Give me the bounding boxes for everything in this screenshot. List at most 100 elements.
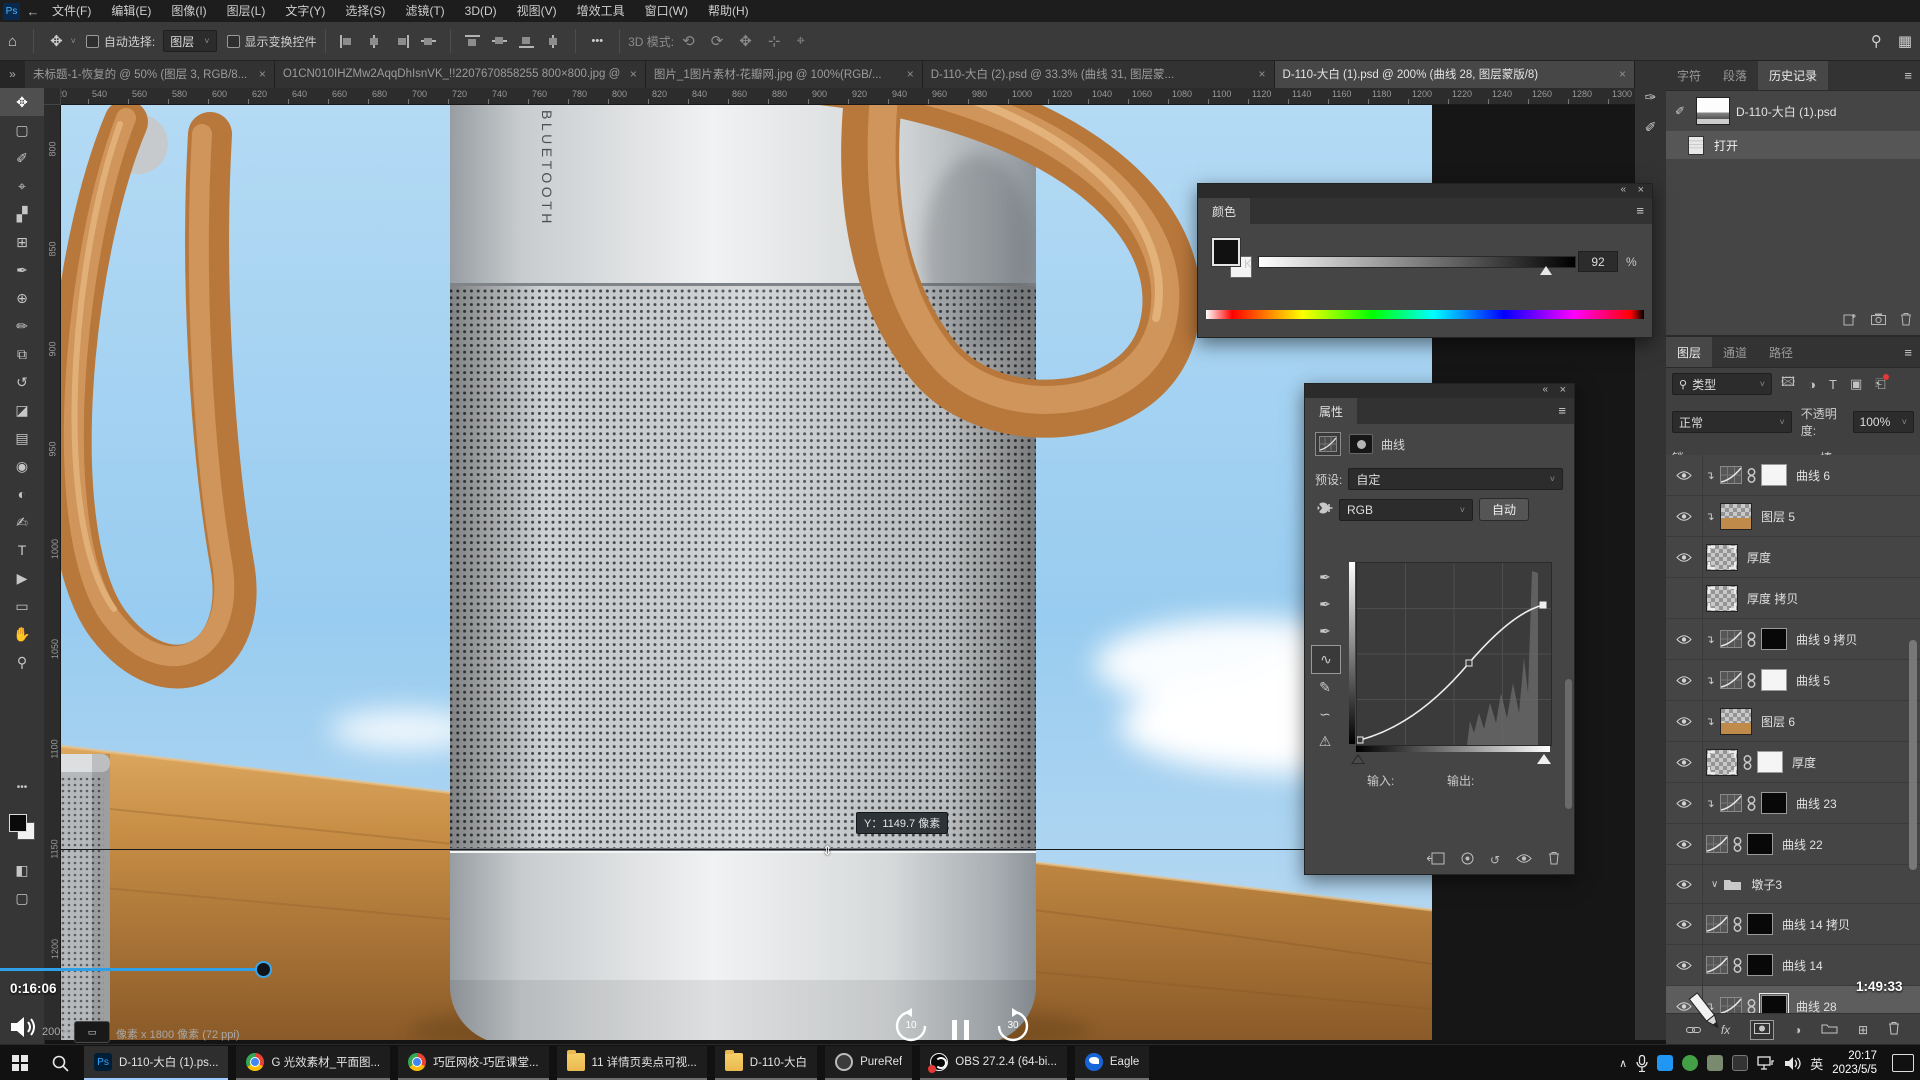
document-tab[interactable]: D-110-大白 (1).psd @ 200% (曲线 28, 图层蒙版/8)× (1275, 60, 1635, 88)
taskbar-app-button[interactable]: PureRef (825, 1046, 912, 1080)
clip-to-layer-icon[interactable] (1427, 852, 1445, 868)
layer-name[interactable]: 曲线 28 (1796, 998, 1837, 1015)
distribute-h-icon[interactable] (421, 35, 436, 48)
horizontal-ruler[interactable]: 5205405605806006206406606807007207407607… (44, 88, 1635, 105)
view-previous-state-icon[interactable] (1461, 852, 1474, 868)
collapse-panel-icon[interactable]: « (1542, 384, 1548, 395)
layer-name[interactable]: 图层 5 (1761, 508, 1795, 525)
layer-visibility-toggle[interactable] (1666, 660, 1703, 700)
layer-thumbnail[interactable] (1720, 503, 1752, 530)
black-input-slider[interactable] (1351, 754, 1365, 764)
layer-visibility-toggle[interactable] (1666, 904, 1703, 944)
layer-row[interactable]: ↴ 曲线 23 (1666, 783, 1920, 824)
video-progress-thumb[interactable] (255, 961, 272, 978)
brush-settings-icon[interactable]: ✑ (1635, 82, 1666, 112)
layer-name[interactable]: 曲线 5 (1796, 672, 1830, 689)
layer-visibility-toggle[interactable] (1666, 783, 1703, 823)
layer-row[interactable]: ↴ 图层 6 (1666, 701, 1920, 742)
show-transform-checkbox[interactable] (227, 35, 240, 48)
layer-mask-thumbnail[interactable] (1747, 833, 1773, 855)
layer-row[interactable]: 厚度 (1666, 742, 1920, 783)
brush-tool[interactable]: ✏ (0, 312, 44, 340)
history-brush-source-icon[interactable]: ✐ (1670, 104, 1690, 118)
pen-tool[interactable]: ✍ (0, 508, 44, 536)
color-spectrum-ramp[interactable] (1206, 310, 1644, 319)
blur-tool[interactable]: ◉ (0, 452, 44, 480)
taskbar-app-button[interactable]: 11 详情页卖点可视... (557, 1046, 707, 1080)
align-bottom-icon[interactable] (519, 35, 534, 48)
menu-item[interactable]: 帮助(H) (698, 0, 759, 22)
brushes-icon[interactable]: ✐ (1635, 112, 1666, 142)
new-adjustment-layer-icon[interactable]: ◑ (1794, 1023, 1801, 1037)
k-value-field[interactable]: 92 (1578, 251, 1618, 272)
shape-tool[interactable]: ▭ (0, 592, 44, 620)
align-left-icon[interactable] (340, 35, 355, 48)
layer-row[interactable]: ↴ 曲线 6 (1666, 455, 1920, 496)
layer-row[interactable]: ↴ 曲线 9 拷贝 (1666, 619, 1920, 660)
forward-30-button[interactable]: 30 (995, 1008, 1031, 1044)
layer-row[interactable]: 曲线 14 拷贝 (1666, 904, 1920, 945)
layer-thumbnail[interactable] (1706, 749, 1738, 776)
filter-smart-objects-icon[interactable]: ⎗ (1875, 376, 1885, 392)
dragged-guide-line[interactable] (60, 849, 1432, 850)
zoom-level-field[interactable]: 200% (42, 1026, 70, 1038)
auto-select-checkbox[interactable] (86, 35, 99, 48)
color-swatches[interactable] (9, 814, 35, 840)
tray-app-icon-olive[interactable] (1707, 1055, 1723, 1071)
input-method-indicator[interactable]: 英 (1810, 1054, 1823, 1073)
panel-scrollbar[interactable] (1565, 679, 1572, 809)
type-tool[interactable]: T (0, 536, 44, 564)
filter-image-layers-icon[interactable]: 🖾 (1781, 373, 1795, 395)
toggle-visibility-icon[interactable] (1516, 853, 1532, 867)
k-slider-track[interactable] (1258, 256, 1576, 268)
path-selection-tool[interactable]: ▶ (0, 564, 44, 592)
3d-mode-icon[interactable]: ⌖ (788, 32, 812, 50)
quick-mask-icon[interactable]: ◧ (0, 856, 44, 884)
layer-mask-thumbnail[interactable] (1761, 628, 1787, 650)
layer-name[interactable]: 图层 6 (1761, 713, 1795, 730)
menu-item[interactable]: 图层(L) (217, 0, 276, 22)
menu-item[interactable]: 图像(I) (161, 0, 216, 22)
layer-visibility-toggle[interactable] (1666, 865, 1703, 903)
taskbar-app-button[interactable]: OBS 27.2.4 (64-bi... (920, 1046, 1067, 1080)
document-tab[interactable]: D-110-大白 (2).psd @ 33.3% (曲线 31, 图层蒙...× (923, 60, 1275, 88)
layer-thumbnail[interactable] (1720, 708, 1752, 735)
panel-menu-icon[interactable]: ≡ (1558, 403, 1566, 418)
notification-center-icon[interactable] (1892, 1054, 1914, 1072)
layer-mask-thumbnail[interactable] (1761, 669, 1787, 691)
close-tab-icon[interactable]: × (630, 67, 637, 81)
filter-type-layers-icon[interactable]: T (1829, 377, 1837, 392)
layer-mask-icon[interactable] (1349, 434, 1373, 454)
layer-thumbnail[interactable] (1706, 956, 1728, 974)
layer-thumbnail[interactable] (1706, 585, 1738, 612)
opacity-dropdown[interactable]: 100% ˅ (1853, 411, 1914, 433)
layer-name[interactable]: 厚度 拷贝 (1747, 590, 1798, 607)
close-panel-icon[interactable]: × (1560, 384, 1566, 396)
start-button[interactable] (0, 1045, 40, 1080)
3d-mode-icon[interactable]: ⟳ (703, 32, 732, 50)
delete-adjustment-icon[interactable] (1548, 851, 1560, 868)
history-brush-tool[interactable]: ↺ (0, 368, 44, 396)
new-document-from-state-icon[interactable] (1843, 313, 1857, 329)
filter-adjustment-layers-icon[interactable]: ◑ (1808, 377, 1816, 392)
layer-mask-thumbnail[interactable] (1747, 913, 1773, 935)
layer-visibility-toggle[interactable] (1666, 945, 1703, 985)
3d-mode-icon[interactable]: ⊹ (760, 32, 789, 50)
menu-item[interactable]: 选择(S) (335, 0, 395, 22)
close-tab-icon[interactable]: × (1619, 67, 1626, 81)
delete-layer-icon[interactable] (1888, 1021, 1900, 1038)
preset-dropdown[interactable]: 自定 ˅ (1348, 468, 1563, 490)
zoom-tool[interactable]: ⚲ (0, 648, 44, 676)
vertical-ruler[interactable]: 80085090095010001050110011501200 (44, 104, 61, 1040)
frame-tool[interactable]: ⊞ (0, 228, 44, 256)
layer-filter-dropdown[interactable]: ⚲类型 ˅ (1672, 373, 1772, 395)
document-tab[interactable]: O1CN010IHZMw2AqqDhIsnVK_!!2207670858255 … (275, 60, 646, 88)
taskbar-app-button[interactable]: Eagle (1075, 1046, 1149, 1080)
curves-grid[interactable] (1356, 562, 1552, 746)
move-tool[interactable]: ✥ (0, 88, 44, 116)
panel-menu-icon[interactable]: ≡ (1904, 345, 1912, 360)
danmaku-toggle-icon[interactable]: ▭ (74, 1021, 110, 1043)
reset-adjustment-icon[interactable]: ↺ (1490, 853, 1500, 867)
tray-app-icon-blue[interactable] (1657, 1055, 1673, 1071)
pause-button[interactable] (952, 1020, 969, 1040)
